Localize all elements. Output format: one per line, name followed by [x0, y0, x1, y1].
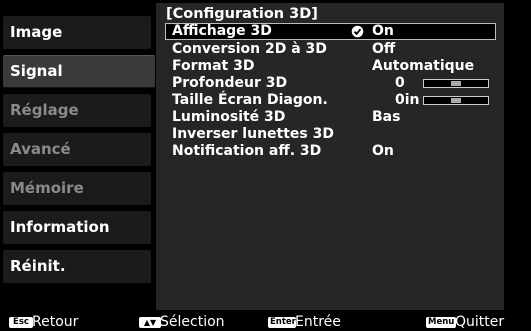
setting-value: Bas — [372, 109, 401, 125]
setting-label: Inverser lunettes 3D — [172, 126, 334, 142]
setting-row-taille-ecran[interactable]: Taille Écran Diagon. 0in — [165, 92, 496, 109]
setting-label: Affichage 3D — [172, 23, 272, 39]
setting-row-format-3d[interactable]: Format 3D Automatique — [165, 58, 496, 75]
setting-value: 0 — [395, 75, 405, 91]
setting-label: Luminosité 3D — [172, 109, 286, 125]
footer-selection-label: Sélection — [160, 314, 225, 330]
panel-title: [Configuration 3D] — [166, 6, 318, 22]
sidebar-item-memoire[interactable]: Mémoire — [3, 172, 151, 205]
footer-help-bar: Esc Retour ▲▼ Sélection Enter Entrée Men… — [0, 314, 531, 331]
up-down-arrows-icon: ▲▼ — [139, 317, 161, 328]
setting-row-profondeur-3d[interactable]: Profondeur 3D 0 — [165, 75, 496, 92]
setting-label: Format 3D — [172, 58, 255, 74]
setting-value: 0in — [395, 92, 420, 108]
setting-value: On — [372, 23, 394, 39]
setting-row-affichage-3d[interactable]: Affichage 3D On — [165, 23, 496, 40]
footer-retour-label: Retour — [32, 314, 79, 330]
setting-label: Taille Écran Diagon. — [172, 92, 328, 108]
sidebar-item-avance[interactable]: Avancé — [3, 133, 151, 166]
setting-row-notification-3d[interactable]: Notification aff. 3D On — [165, 143, 496, 160]
esc-key-icon: Esc — [9, 317, 33, 328]
sidebar-item-reinit[interactable]: Réinit. — [3, 250, 151, 283]
sidebar-item-information[interactable]: Information — [3, 211, 151, 244]
sidebar-item-signal[interactable]: Signal — [3, 55, 155, 88]
setting-value: On — [372, 143, 394, 159]
settings-panel: [Configuration 3D] Affichage 3D On Conve… — [156, 3, 504, 310]
checked-radio-icon — [351, 25, 365, 39]
sidebar-item-image[interactable]: Image — [3, 16, 151, 49]
slider-thumb[interactable] — [451, 81, 461, 86]
menu-key-icon: Menu — [426, 317, 456, 328]
screen-size-slider[interactable] — [423, 96, 489, 105]
sidebar-item-reglage[interactable]: Réglage — [3, 94, 151, 127]
slider-thumb[interactable] — [451, 98, 461, 103]
setting-row-luminosite-3d[interactable]: Luminosité 3D Bas — [165, 109, 496, 126]
enter-key-icon: Enter — [268, 317, 296, 328]
depth-slider[interactable] — [423, 79, 489, 88]
setting-label: Notification aff. 3D — [172, 143, 322, 159]
setting-value: Off — [372, 41, 396, 57]
footer-entree-label: Entrée — [295, 314, 341, 330]
setting-label: Conversion 2D à 3D — [172, 41, 327, 57]
footer-quitter-label: Quitter — [455, 314, 505, 330]
setting-row-inverser-lunettes[interactable]: Inverser lunettes 3D — [165, 126, 496, 143]
setting-label: Profondeur 3D — [172, 75, 288, 91]
setting-row-conversion-2d-3d[interactable]: Conversion 2D à 3D Off — [165, 41, 496, 58]
setting-value: Automatique — [372, 58, 475, 74]
